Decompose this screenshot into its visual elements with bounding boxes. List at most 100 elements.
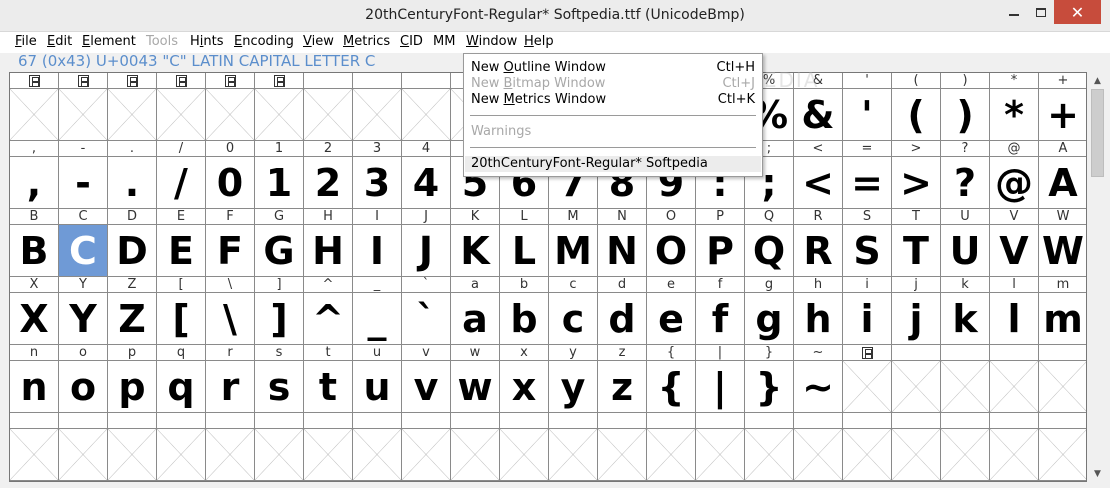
glyph-cell[interactable] (941, 413, 990, 481)
scroll-up-arrow-icon[interactable]: ▲ (1089, 72, 1106, 89)
glyph-cell[interactable]: EE (157, 209, 206, 277)
glyph-cell[interactable]: KK (451, 209, 500, 277)
glyph-cell[interactable] (549, 413, 598, 481)
glyph-cell[interactable]: ff (696, 277, 745, 345)
glyph-cell[interactable]: = = (843, 141, 892, 209)
glyph-cell[interactable]: )) (941, 73, 990, 141)
minimize-button[interactable] (1001, 0, 1027, 24)
glyph-cell[interactable]: WW (1039, 209, 1086, 277)
menu-metrics[interactable]: Metrics (343, 34, 390, 49)
glyph-cell[interactable]: 00 (206, 141, 255, 209)
glyph-cell[interactable]: 33 (353, 141, 402, 209)
glyph-cell[interactable]: | | (696, 345, 745, 413)
glyph-cell[interactable]: yy (549, 345, 598, 413)
glyph-cell[interactable]: ~ ~ (794, 345, 843, 413)
glyph-cell[interactable] (353, 413, 402, 481)
glyph-cell[interactable]: ,, (10, 141, 59, 209)
glyph-cell[interactable]: LL (500, 209, 549, 277)
glyph-cell[interactable]: dd (598, 277, 647, 345)
glyph-cell[interactable] (157, 413, 206, 481)
glyph-cell[interactable] (402, 73, 451, 141)
glyph-cell[interactable]: II (353, 209, 402, 277)
glyph-cell[interactable] (255, 413, 304, 481)
glyph-cell[interactable]: \ \ (206, 277, 255, 345)
glyph-cell[interactable]: OO (647, 209, 696, 277)
glyph-cell[interactable]: ^ ^ (304, 277, 353, 345)
scroll-thumb[interactable] (1091, 89, 1104, 177)
glyph-cell[interactable]: ?? (941, 141, 990, 209)
glyph-cell[interactable]: ss (255, 345, 304, 413)
glyph-cell[interactable]: uu (353, 345, 402, 413)
glyph-cell[interactable]: bb (500, 277, 549, 345)
glyph-cell[interactable]: -- (59, 141, 108, 209)
glyph-cell[interactable]: cc (549, 277, 598, 345)
close-button[interactable]: ✕ (1054, 0, 1101, 24)
glyph-cell[interactable] (1039, 413, 1086, 481)
glyph-cell[interactable]: PP (696, 209, 745, 277)
glyph-cell[interactable]: ee (647, 277, 696, 345)
menu-item-new-bitmap-window[interactable]: New Bitmap Window Ctl+J (465, 76, 761, 92)
glyph-cell[interactable]: _ _ (353, 277, 402, 345)
menu-tools[interactable]: Tools (146, 34, 178, 49)
glyph-cell[interactable]: NN (598, 209, 647, 277)
glyph-cell[interactable]: jj (892, 277, 941, 345)
glyph-cell[interactable] (696, 413, 745, 481)
glyph-cell[interactable]: nn (10, 345, 59, 413)
glyph-cell[interactable]: oo (59, 345, 108, 413)
glyph-cell[interactable]: ll (990, 277, 1039, 345)
menu-hints[interactable]: Hints (190, 34, 224, 49)
glyph-cell[interactable] (59, 413, 108, 481)
glyph-cell[interactable]: < < (794, 141, 843, 209)
glyph-cell[interactable]: zz (598, 345, 647, 413)
glyph-cell[interactable]: RR (794, 209, 843, 277)
menu-item-new-metrics-window[interactable]: New Metrics Window Ctl+K (465, 92, 761, 108)
glyph-cell[interactable]: vv (402, 345, 451, 413)
glyph-cell[interactable]: (( (892, 73, 941, 141)
glyph-cell[interactable] (451, 413, 500, 481)
menu-item-new-outline-window[interactable]: New Outline Window Ctl+H (465, 60, 761, 76)
menu-file[interactable]: File (15, 34, 37, 49)
glyph-cell[interactable] (598, 413, 647, 481)
glyph-cell[interactable] (745, 413, 794, 481)
glyph-cell[interactable]: CC (59, 209, 108, 277)
glyph-cell[interactable]: > > (892, 141, 941, 209)
glyph-cell[interactable]: hh (794, 277, 843, 345)
glyph-cell[interactable]: GG (255, 209, 304, 277)
glyph-cell[interactable] (206, 413, 255, 481)
menu-cid[interactable]: CID (400, 34, 423, 49)
glyph-cell[interactable]: ww (451, 345, 500, 413)
glyph-cell[interactable]: UU (941, 209, 990, 277)
glyph-cell[interactable] (892, 413, 941, 481)
menu-item-warnings[interactable]: Warnings (465, 124, 761, 140)
glyph-cell[interactable] (794, 413, 843, 481)
glyph-cell[interactable]: ` ` (402, 277, 451, 345)
glyph-cell[interactable]: }} (745, 345, 794, 413)
glyph-cell[interactable]: BB (10, 209, 59, 277)
glyph-cell[interactable]: .. (108, 141, 157, 209)
glyph-cell[interactable] (990, 345, 1039, 413)
glyph-cell[interactable] (255, 73, 304, 141)
glyph-cell[interactable]: * * (990, 73, 1039, 141)
glyph-cell[interactable]: HH (304, 209, 353, 277)
menu-window[interactable]: Window (466, 34, 517, 49)
glyph-cell[interactable]: FF (206, 209, 255, 277)
glyph-cell[interactable]: 22 (304, 141, 353, 209)
glyph-cell[interactable]: SS (843, 209, 892, 277)
glyph-cell[interactable]: / / (157, 141, 206, 209)
glyph-cell[interactable] (206, 73, 255, 141)
glyph-cell[interactable] (990, 413, 1039, 481)
glyph-cell[interactable] (10, 73, 59, 141)
glyph-cell[interactable]: rr (206, 345, 255, 413)
glyph-cell[interactable] (647, 413, 696, 481)
glyph-cell[interactable]: ' ' (843, 73, 892, 141)
glyph-cell[interactable]: VV (990, 209, 1039, 277)
glyph-cell[interactable]: ]] (255, 277, 304, 345)
glyph-cell[interactable] (402, 413, 451, 481)
glyph-cell[interactable] (843, 345, 892, 413)
scroll-down-arrow-icon[interactable]: ▼ (1089, 465, 1106, 482)
glyph-cell[interactable] (108, 413, 157, 481)
glyph-cell[interactable] (843, 413, 892, 481)
menu-help[interactable]: Help (524, 34, 554, 49)
glyph-cell[interactable]: 11 (255, 141, 304, 209)
glyph-cell[interactable]: mm (1039, 277, 1086, 345)
